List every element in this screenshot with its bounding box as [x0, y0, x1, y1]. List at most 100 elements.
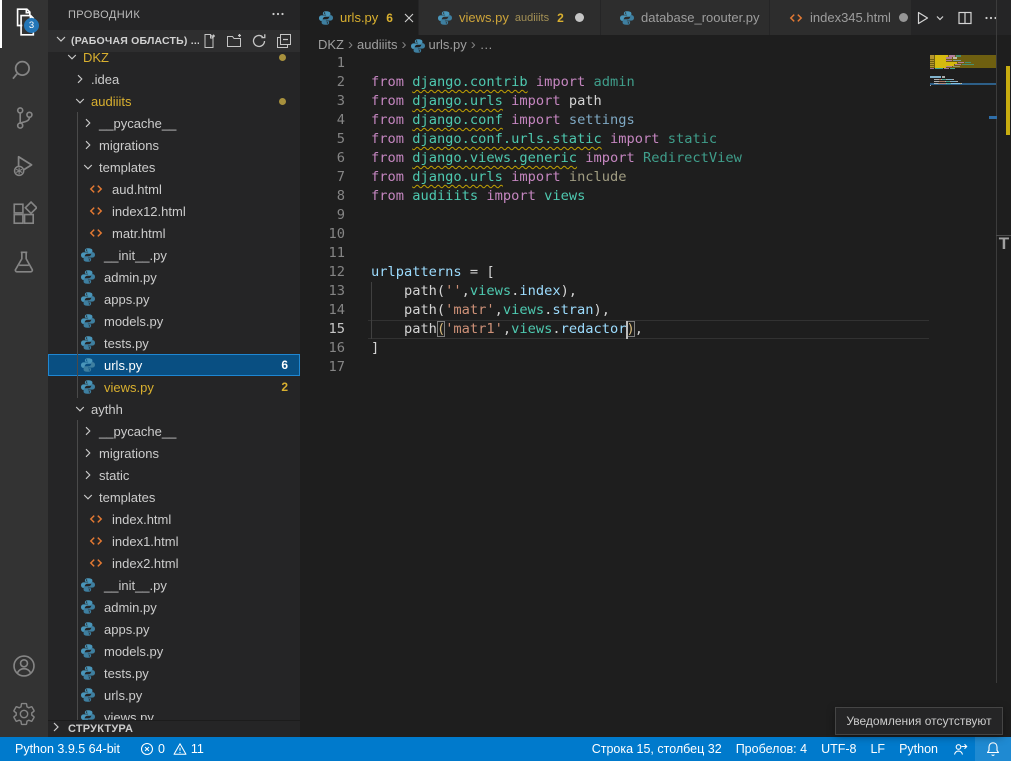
tree-file-views.py[interactable]: views.py	[48, 706, 300, 720]
tree-file-models.py[interactable]: models.py	[48, 310, 300, 332]
tree-file-admin.py[interactable]: admin.py	[48, 596, 300, 618]
tree-folder-__pycache__[interactable]: __pycache__	[48, 112, 300, 134]
tree-file-urls.py[interactable]: urls.py	[48, 684, 300, 706]
minimap[interactable]	[929, 0, 996, 683]
activity-bar-item-search[interactable]	[0, 48, 48, 96]
activity-bar-item-settings[interactable]	[0, 692, 48, 740]
tree-file-apps.py[interactable]: apps.py	[48, 618, 300, 640]
status-feedback[interactable]	[945, 737, 975, 761]
activity-bar-item-extensions[interactable]	[0, 192, 48, 240]
html-file-icon	[88, 533, 104, 549]
extensions-icon	[11, 201, 37, 232]
explorer-more-actions-icon[interactable]	[270, 6, 286, 27]
new-folder-icon	[226, 36, 242, 53]
code-line-16: 16]	[300, 339, 1011, 358]
tree-item-label: tests.py	[104, 666, 149, 681]
code-line-15: 15 path('matr1',views.redactor),	[300, 320, 1011, 339]
editor-group: urls.py6views.pyaudiiits2database_rooute…	[300, 0, 1011, 737]
tree-file-tests.py[interactable]: tests.py	[48, 662, 300, 684]
tree-file-urls.py[interactable]: urls.py6	[48, 354, 300, 376]
breadcrumb-item-urls.py[interactable]: urls.py	[410, 37, 466, 52]
tree-folder-audiiits[interactable]: audiiits	[48, 90, 300, 112]
code-line-5: 5from django.conf.urls.static import sta…	[300, 130, 1011, 149]
code-line-9: 9	[300, 206, 1011, 225]
tree-folder-migrations[interactable]: migrations	[48, 134, 300, 156]
tree-folder-migrations[interactable]: migrations	[48, 442, 300, 464]
chevron-right-icon	[80, 423, 96, 439]
activity-bar-item-explorer[interactable]: 3	[0, 0, 48, 48]
new-folder-button[interactable]	[226, 33, 242, 49]
warning-count: 11	[191, 742, 204, 756]
status-encoding[interactable]: UTF-8	[814, 737, 863, 761]
status-cursor-position[interactable]: Строка 15, столбец 32	[585, 737, 729, 761]
workspace-section-header[interactable]: (РАБОЧАЯ ОБЛАСТЬ) ...	[48, 30, 300, 52]
activity-bar-item-accounts[interactable]	[0, 644, 48, 692]
status-bar: Python 3.9.5 64-bit011 Строка 15, столбе…	[0, 737, 1011, 761]
tree-file-__init__.py[interactable]: __init__.py	[48, 574, 300, 596]
refresh-explorer-button[interactable]	[251, 33, 267, 49]
tree-item-label: matr.html	[112, 226, 165, 241]
overview-ruler-border	[996, 0, 997, 683]
tree-folder-.idea[interactable]: .idea	[48, 68, 300, 90]
new-file-button[interactable]	[201, 33, 217, 49]
status-indentation[interactable]: Пробелов: 4	[729, 737, 814, 761]
file-tree: DKZ.ideaaudiiits__pycache__migrationstem…	[48, 30, 300, 720]
breadcrumb-item-…[interactable]: …	[480, 37, 493, 52]
tree-file-matr.html[interactable]: matr.html	[48, 222, 300, 244]
code-text: path('matr',views.stran),	[371, 301, 610, 320]
tree-file-tests.py[interactable]: tests.py	[48, 332, 300, 354]
debug-icon	[11, 153, 37, 184]
chevron-right-icon: ›	[401, 36, 406, 53]
tree-file-__init__.py[interactable]: __init__.py	[48, 244, 300, 266]
activity-bar-item-testing[interactable]	[0, 240, 48, 288]
line-number: 1	[300, 54, 345, 73]
vscode-window: urls.py6views.pyaudiiits2database_rooute…	[0, 0, 1011, 761]
notifications-tooltip: Уведомления отсутствуют	[835, 707, 1003, 735]
line-number: 10	[300, 225, 345, 244]
git-modified-dot	[279, 98, 286, 105]
activity-bar-item-run-and-debug[interactable]	[0, 144, 48, 192]
bell-icon	[985, 741, 1001, 757]
outline-label: СТРУКТУРА	[68, 723, 133, 735]
tree-folder-static[interactable]: static	[48, 464, 300, 486]
tree-item-label: index2.html	[112, 556, 178, 571]
status-notifications[interactable]	[975, 737, 1011, 761]
activity-bar-item-source-control[interactable]	[0, 96, 48, 144]
tree-file-apps.py[interactable]: apps.py	[48, 288, 300, 310]
new-file-icon	[201, 36, 217, 53]
tree-folder-templates[interactable]: templates	[48, 156, 300, 178]
tree-file-models.py[interactable]: models.py	[48, 640, 300, 662]
code-editor[interactable]: 12from django.contrib import admin3from …	[300, 54, 1011, 737]
python-file-icon	[80, 357, 96, 373]
outline-section-header[interactable]: СТРУКТУРА	[48, 720, 300, 737]
tree-folder-__pycache__[interactable]: __pycache__	[48, 420, 300, 442]
python-file-icon	[80, 313, 96, 329]
breadcrumb-item-audiiits[interactable]: audiiits	[357, 37, 397, 52]
status-eol[interactable]: LF	[863, 737, 892, 761]
chevron-right-icon	[80, 137, 96, 153]
tree-file-admin.py[interactable]: admin.py	[48, 266, 300, 288]
tree-file-aud.html[interactable]: aud.html	[48, 178, 300, 200]
tree-folder-aythh[interactable]: aythh	[48, 398, 300, 420]
code-line-2: 2from django.contrib import admin	[300, 73, 1011, 92]
collapse-folders-button[interactable]	[276, 33, 292, 49]
play-icon	[914, 10, 930, 26]
status-problems[interactable]: 011	[133, 737, 211, 761]
problems-badge: 6	[281, 358, 288, 372]
status-language-mode[interactable]: Python	[892, 737, 945, 761]
tree-file-index12.html[interactable]: index12.html	[48, 200, 300, 222]
code-text: from django.conf.urls.static import stat…	[371, 130, 717, 149]
line-number: 15	[300, 320, 345, 339]
tree-folder-templates[interactable]: templates	[48, 486, 300, 508]
ruler-warning-marker	[1006, 66, 1011, 135]
line-number: 16	[300, 339, 345, 358]
tree-indent-guide	[77, 420, 78, 720]
status-python-interpreter[interactable]: Python 3.9.5 64-bit	[8, 737, 127, 761]
tree-file-index1.html[interactable]: index1.html	[48, 530, 300, 552]
error-icon	[140, 742, 154, 756]
breadcrumb-item-DKZ[interactable]: DKZ	[318, 37, 344, 52]
tree-file-views.py[interactable]: views.py2	[48, 376, 300, 398]
line-number: 17	[300, 358, 345, 377]
tree-file-index.html[interactable]: index.html	[48, 508, 300, 530]
tree-file-index2.html[interactable]: index2.html	[48, 552, 300, 574]
